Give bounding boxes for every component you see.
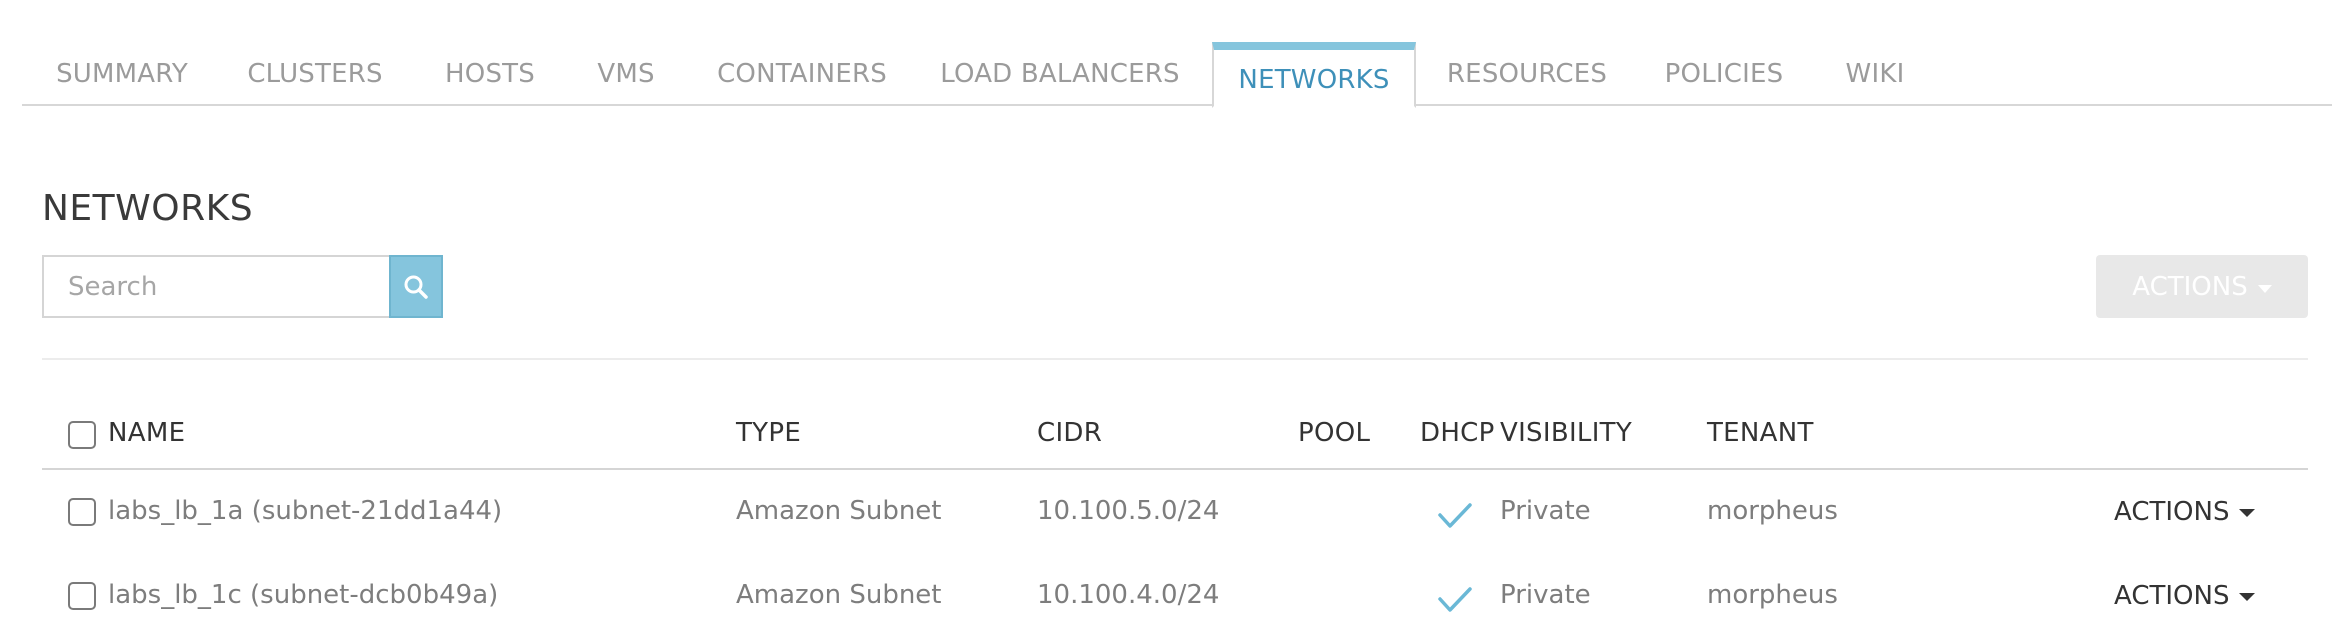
- checkmark-icon: [1438, 587, 1472, 612]
- divider: [42, 358, 2308, 360]
- column-header-pool[interactable]: POOL: [1298, 418, 1370, 448]
- tab-containers[interactable]: CONTAINERS: [716, 42, 888, 106]
- tab-summary[interactable]: SUMMARY: [52, 42, 192, 106]
- network-name-link[interactable]: labs_lb_1c (subnet-dcb0b49a): [108, 580, 498, 610]
- column-header-tenant[interactable]: TENANT: [1707, 418, 1814, 448]
- select-all-checkbox[interactable]: [68, 421, 96, 449]
- tab-vms[interactable]: VMS: [594, 42, 658, 106]
- network-type: Amazon Subnet: [736, 496, 942, 526]
- caret-down-icon: [2239, 509, 2256, 517]
- row-actions-label: ACTIONS: [2114, 581, 2230, 611]
- row-actions-dropdown[interactable]: ACTIONS: [2114, 497, 2256, 527]
- tab-load-balancers[interactable]: LOAD BALANCERS: [940, 42, 1179, 106]
- row-actions-dropdown[interactable]: ACTIONS: [2114, 581, 2256, 611]
- column-header-visibility[interactable]: VISIBILITY: [1500, 418, 1632, 448]
- network-tenant: morpheus: [1707, 580, 1838, 610]
- tab-bar: SUMMARY CLUSTERS HOSTS VMS CONTAINERS LO…: [22, 42, 2332, 108]
- tab-resources[interactable]: RESOURCES: [1446, 42, 1608, 106]
- table-header-divider: [42, 468, 2308, 470]
- search-button[interactable]: [389, 255, 443, 318]
- network-cidr: 10.100.5.0/24: [1037, 496, 1220, 526]
- column-header-name[interactable]: NAME: [108, 418, 185, 448]
- column-header-cidr[interactable]: CIDR: [1037, 418, 1102, 448]
- bulk-actions-label: ACTIONS: [2132, 271, 2248, 302]
- row-checkbox[interactable]: [68, 498, 96, 526]
- network-type: Amazon Subnet: [736, 580, 942, 610]
- checkmark-icon: [1438, 503, 1472, 528]
- network-name-link[interactable]: labs_lb_1a (subnet-21dd1a44): [108, 496, 502, 526]
- tab-hosts[interactable]: HOSTS: [442, 42, 538, 106]
- tab-wiki[interactable]: WIKI: [1844, 42, 1906, 106]
- tab-clusters[interactable]: CLUSTERS: [247, 42, 382, 106]
- page-title: NETWORKS: [42, 188, 254, 229]
- bulk-actions-button[interactable]: ACTIONS: [2096, 255, 2308, 318]
- caret-down-icon: [2257, 284, 2272, 293]
- network-visibility: Private: [1500, 496, 1591, 526]
- row-checkbox[interactable]: [68, 582, 96, 610]
- network-cidr: 10.100.4.0/24: [1037, 580, 1220, 610]
- network-tenant: morpheus: [1707, 496, 1838, 526]
- column-header-dhcp[interactable]: DHCP: [1420, 418, 1495, 448]
- search-icon: [404, 275, 428, 299]
- column-header-type[interactable]: TYPE: [736, 418, 801, 448]
- caret-down-icon: [2239, 593, 2256, 601]
- tab-policies[interactable]: POLICIES: [1662, 42, 1786, 106]
- network-visibility: Private: [1500, 580, 1591, 610]
- search-input[interactable]: [42, 255, 390, 318]
- row-actions-label: ACTIONS: [2114, 497, 2230, 527]
- tab-networks[interactable]: NETWORKS: [1212, 42, 1416, 108]
